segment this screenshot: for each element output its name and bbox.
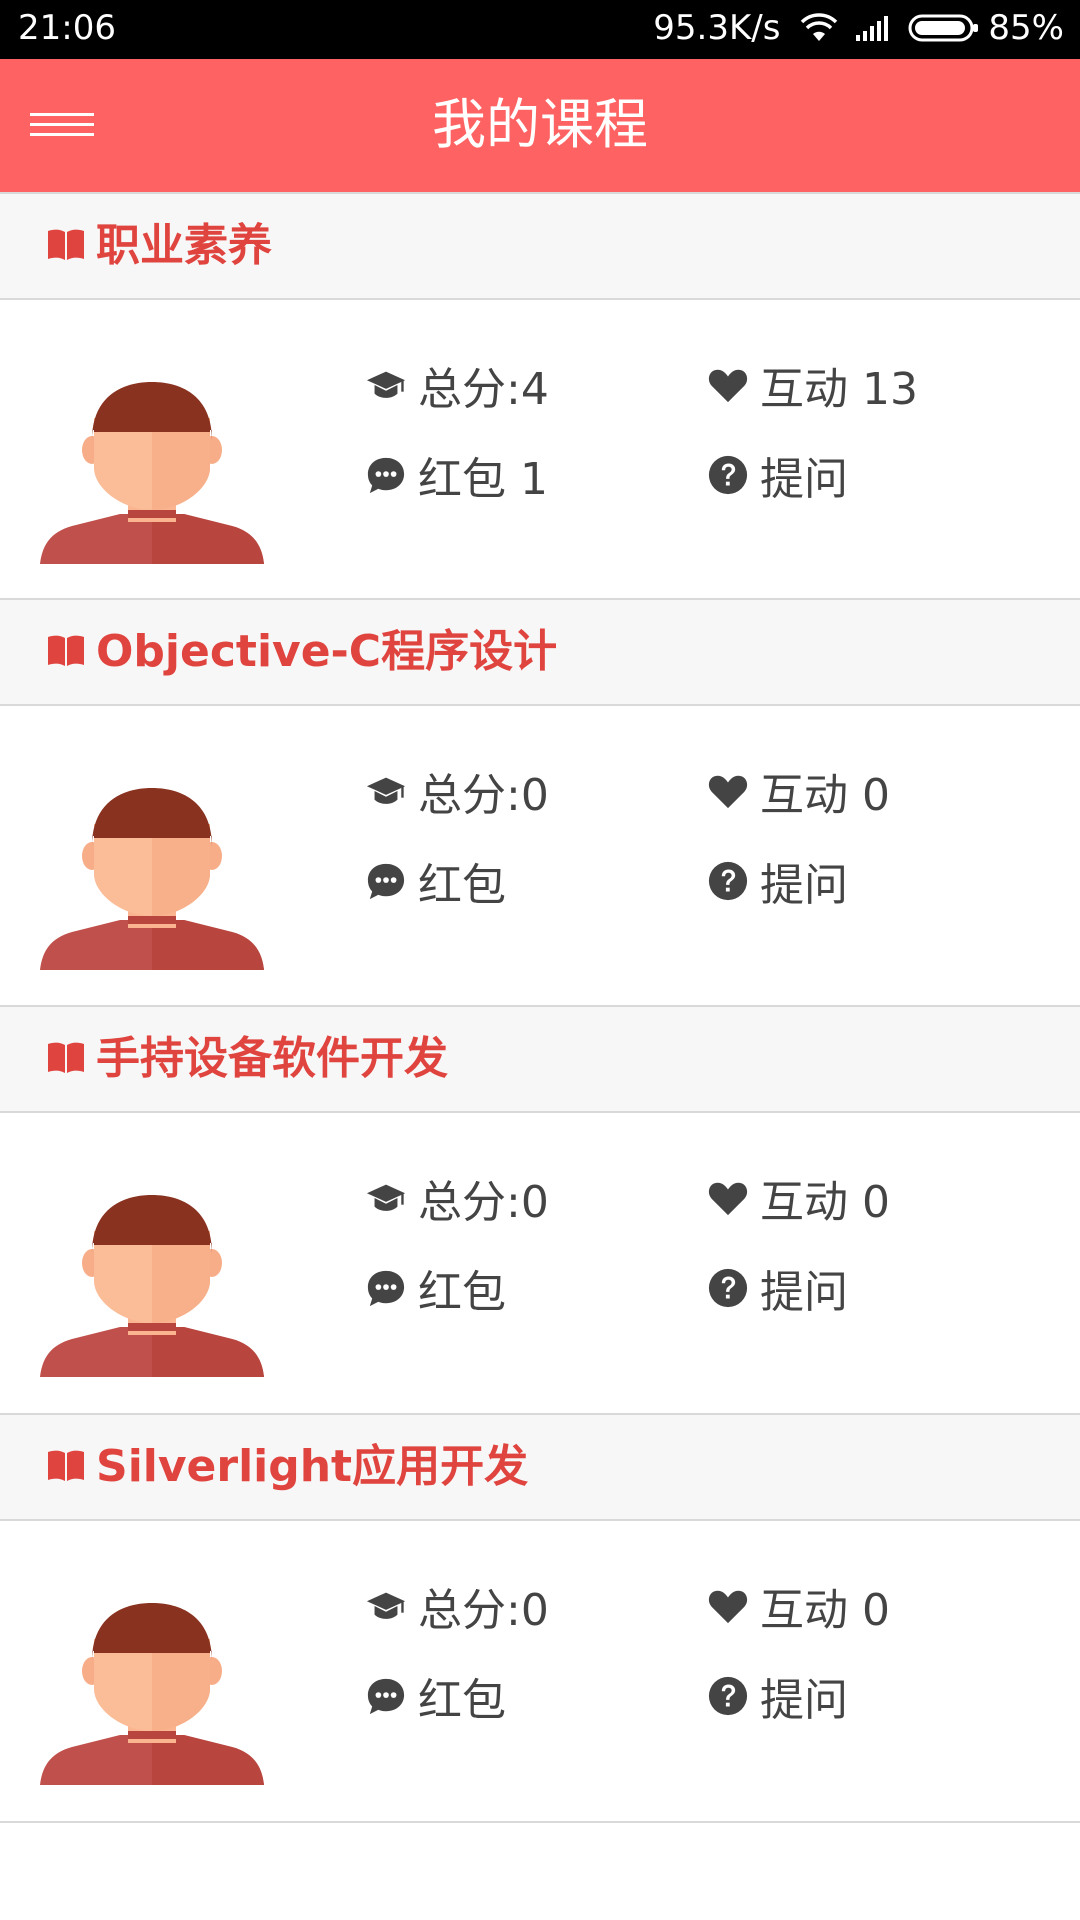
interaction-stat[interactable]: 互动 13 — [706, 355, 918, 415]
heart-icon — [706, 1176, 750, 1220]
graduation-cap-icon — [364, 769, 408, 813]
chat-bubble-icon — [364, 453, 408, 497]
heart-icon — [706, 363, 750, 407]
red-packet-text: 红包 — [418, 1675, 506, 1726]
interaction-stat[interactable]: 互动 0 — [706, 761, 890, 821]
red-packet-stat[interactable]: 红包 — [364, 1258, 506, 1318]
question-circle-icon — [706, 453, 750, 497]
question-stat[interactable]: 提问 — [706, 1258, 848, 1318]
book-icon — [46, 1040, 86, 1074]
question-text: 提问 — [760, 1675, 848, 1726]
chat-bubble-icon — [364, 859, 408, 903]
course-card[interactable]: 总分:0 互动 0 红包 提问 — [0, 706, 1080, 1006]
interaction-text: 互动 0 — [760, 1585, 890, 1636]
list-divider — [0, 1821, 1080, 1823]
status-bar: 21:06 95.3K/s 85% — [0, 0, 1080, 59]
user-avatar — [32, 370, 272, 574]
signal-icon — [854, 13, 892, 43]
graduation-cap-icon — [364, 1176, 408, 1220]
red-packet-stat[interactable]: 红包 — [364, 1666, 506, 1726]
chat-bubble-icon — [364, 1674, 408, 1718]
battery-percent: 85% — [988, 8, 1064, 48]
chat-bubble-icon — [364, 1266, 408, 1310]
interaction-text: 互动 13 — [760, 364, 918, 415]
course-name: 职业素养 — [96, 220, 272, 271]
course-name: Silverlight应用开发 — [96, 1441, 529, 1492]
course-header[interactable]: Silverlight应用开发 — [0, 1413, 1080, 1521]
page-title: 我的课程 — [432, 93, 648, 156]
heart-icon — [706, 769, 750, 813]
interaction-text: 互动 0 — [760, 1177, 890, 1228]
question-stat[interactable]: 提问 — [706, 445, 848, 505]
question-circle-icon — [706, 1674, 750, 1718]
score-text: 总分:0 — [418, 1585, 549, 1636]
score-stat: 总分:0 — [364, 1576, 549, 1636]
score-stat: 总分:4 — [364, 355, 549, 415]
book-icon — [46, 633, 86, 667]
red-packet-text: 红包 1 — [418, 454, 548, 505]
user-avatar — [32, 1183, 272, 1387]
course-card[interactable]: 总分:4 互动 13 红包 1 提问 — [0, 300, 1080, 600]
question-circle-icon — [706, 859, 750, 903]
interaction-stat[interactable]: 互动 0 — [706, 1168, 890, 1228]
course-header[interactable]: Objective-C程序设计 — [0, 598, 1080, 706]
course-name: Objective-C程序设计 — [96, 626, 558, 677]
score-text: 总分:0 — [418, 1177, 549, 1228]
red-packet-text: 红包 — [418, 1267, 506, 1318]
score-text: 总分:4 — [418, 364, 549, 415]
status-time: 21:06 — [18, 8, 116, 48]
network-speed: 95.3K/s — [653, 8, 781, 48]
course-header[interactable]: 手持设备软件开发 — [0, 1005, 1080, 1113]
book-icon — [46, 1448, 86, 1482]
interaction-text: 互动 0 — [760, 770, 890, 821]
interaction-stat[interactable]: 互动 0 — [706, 1576, 890, 1636]
course-card[interactable]: 总分:0 互动 0 红包 提问 — [0, 1521, 1080, 1821]
course-header[interactable]: 职业素养 — [0, 192, 1080, 300]
status-right: 95.3K/s 85% — [653, 8, 1064, 48]
question-stat[interactable]: 提问 — [706, 851, 848, 911]
score-stat: 总分:0 — [364, 1168, 549, 1228]
question-stat[interactable]: 提问 — [706, 1666, 848, 1726]
wifi-icon — [800, 13, 838, 43]
book-icon — [46, 227, 86, 261]
app-bar: 我的课程 — [0, 59, 1080, 192]
question-circle-icon — [706, 1266, 750, 1310]
question-text: 提问 — [760, 1267, 848, 1318]
score-text: 总分:0 — [418, 770, 549, 821]
user-avatar — [32, 1591, 272, 1795]
score-stat: 总分:0 — [364, 761, 549, 821]
red-packet-stat[interactable]: 红包 — [364, 851, 506, 911]
graduation-cap-icon — [364, 1584, 408, 1628]
user-avatar — [32, 776, 272, 980]
graduation-cap-icon — [364, 363, 408, 407]
red-packet-text: 红包 — [418, 860, 506, 911]
red-packet-stat[interactable]: 红包 1 — [364, 445, 548, 505]
course-name: 手持设备软件开发 — [96, 1033, 448, 1084]
heart-icon — [706, 1584, 750, 1628]
battery-icon — [908, 13, 980, 43]
course-card[interactable]: 总分:0 互动 0 红包 提问 — [0, 1113, 1080, 1413]
question-text: 提问 — [760, 860, 848, 911]
question-text: 提问 — [760, 454, 848, 505]
